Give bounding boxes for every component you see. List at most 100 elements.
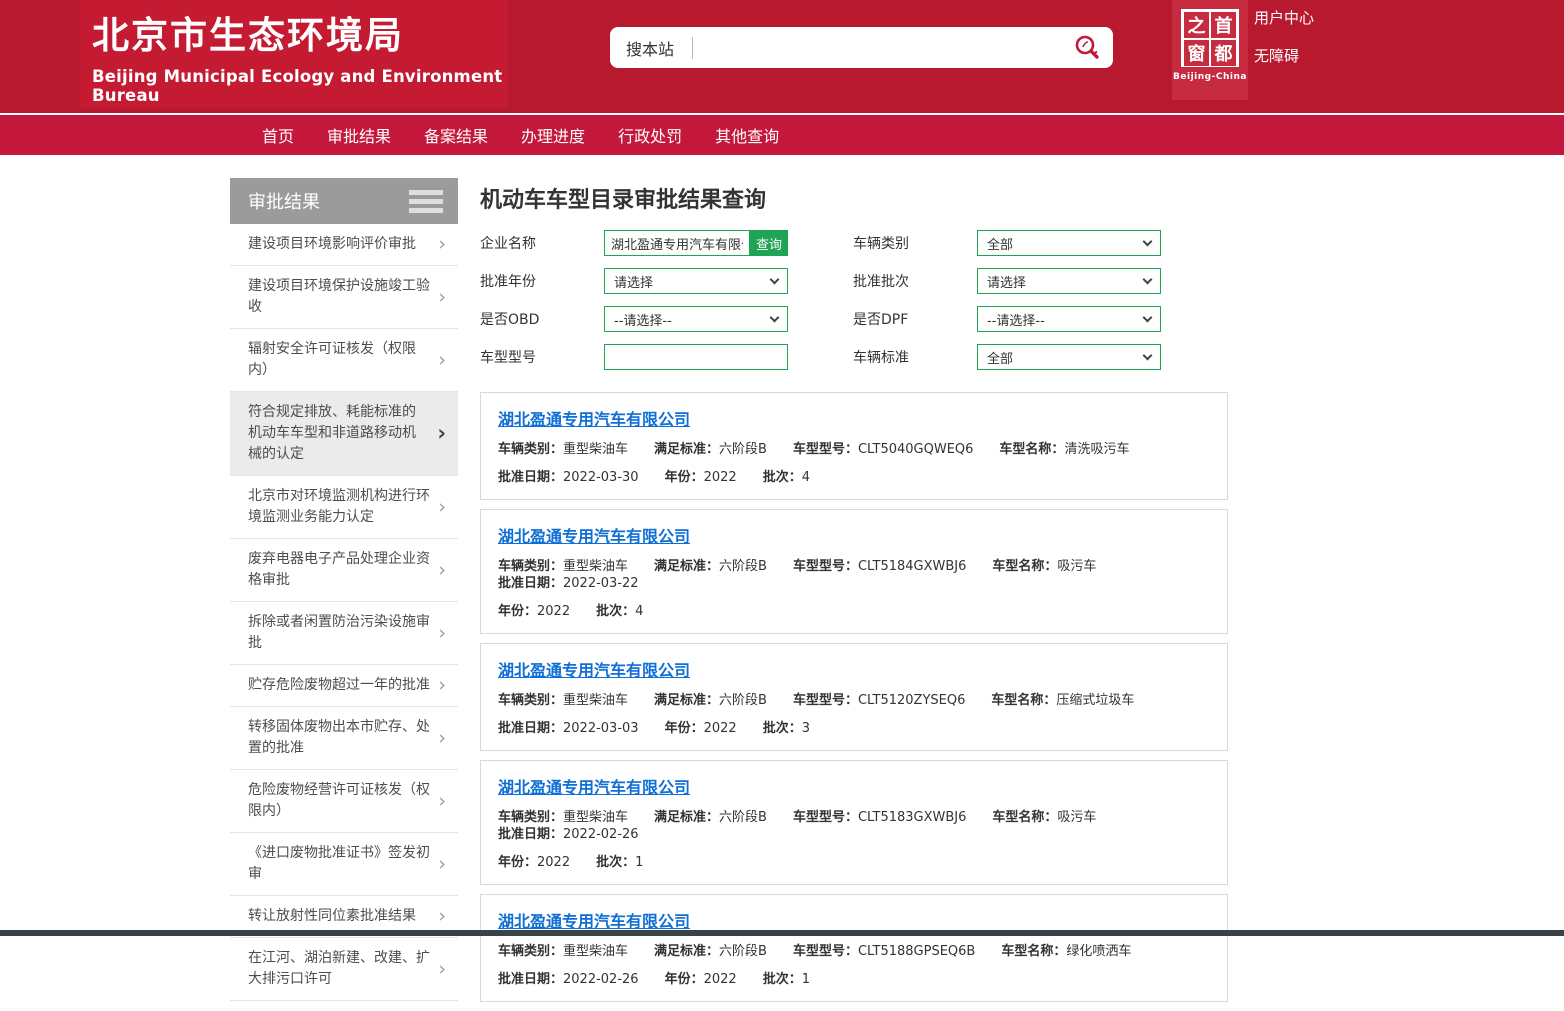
dpf-select[interactable]: --请选择--: [977, 306, 1161, 332]
result-card: 湖北盈通专用汽车有限公司车辆类别：重型柴油车满足标准：六阶段B车型型号：CLT5…: [480, 894, 1228, 1002]
user-center-link[interactable]: 用户中心: [1254, 7, 1314, 28]
chevron-right-icon: ›: [438, 234, 446, 255]
sidebar-item-hazardous-storage[interactable]: 贮存危险废物超过一年的批准›: [230, 665, 458, 707]
field-label: 批次：: [763, 972, 802, 987]
field-value: 六阶段B: [719, 442, 767, 457]
model-number-input[interactable]: [604, 344, 788, 370]
result-card: 湖北盈通专用汽车有限公司车辆类别：重型柴油车满足标准：六阶段B车型型号：CLT5…: [480, 643, 1228, 751]
capital-window-logo[interactable]: 之 首 窗 都 Beijing-China: [1172, 0, 1248, 100]
company-link[interactable]: 湖北盈通专用汽车有限公司: [498, 657, 690, 681]
field-value: 绿化喷洒车: [1066, 944, 1131, 959]
nav-item-progress[interactable]: 办理进度: [521, 123, 585, 147]
sidebar-item-weee-qualification[interactable]: 废弃电器电子产品处理企业资格审批›: [230, 539, 458, 602]
company-name-input[interactable]: [604, 230, 750, 256]
field-value: 重型柴油车: [563, 559, 628, 574]
chevron-right-icon: ›: [438, 287, 446, 308]
capital-logo-caption: Beijing-China: [1173, 72, 1247, 82]
sidebar-item-vehicle-recognition[interactable]: 符合规定排放、耗能标准的机动车车型和非道路移动机械的认定›: [230, 392, 458, 476]
field-value: 六阶段B: [719, 559, 767, 574]
sidebar-item-sewage-outlet-permit[interactable]: 在江河、湖泊新建、改建、扩大排污口许可›: [230, 938, 458, 1001]
field-value: 2022: [537, 604, 570, 619]
site-search: 搜本站: [610, 27, 1113, 68]
menu-icon[interactable]: [409, 186, 443, 217]
site-logo: 北京市生态环境局 Beijing Municipal Ecology and E…: [80, 0, 508, 108]
result-detail-line: 车辆类别：重型柴油车满足标准：六阶段B车型型号：CLT5184GXWBJ6车型名…: [498, 558, 1210, 592]
result-detail-line: 车辆类别：重型柴油车满足标准：六阶段B车型型号：CLT5120ZYSEQ6车型名…: [498, 692, 1210, 709]
result-detail-line: 批准日期：2022-03-30年份：2022批次：4: [498, 469, 1210, 486]
field-label: 满足标准：: [654, 810, 719, 825]
field-value: 六阶段B: [719, 693, 767, 708]
sidebar-item-solid-waste-transfer[interactable]: 转移固体废物出本市贮存、处置的批准›: [230, 707, 458, 770]
model-number-label: 车型型号: [480, 347, 604, 367]
field-value: 1: [802, 972, 810, 987]
result-field: 批次：1: [763, 971, 810, 988]
search-input[interactable]: [705, 33, 1071, 63]
result-detail-line: 批准日期：2022-03-03年份：2022批次：3: [498, 720, 1210, 737]
field-value: 2022-03-30: [563, 470, 639, 485]
sidebar-item-eia-approval[interactable]: 建设项目环境影响评价审批›: [230, 224, 458, 266]
search-button[interactable]: [1071, 32, 1103, 64]
sidebar-item-radiation-license[interactable]: 辐射安全许可证核发（权限内）›: [230, 329, 458, 392]
nav-item-approval-results[interactable]: 审批结果: [327, 123, 391, 147]
approval-year-label: 批准年份: [480, 271, 604, 291]
field-label: 满足标准：: [654, 559, 719, 574]
field-value: 2022-03-03: [563, 721, 639, 736]
field-label: 批次：: [763, 470, 802, 485]
field-label: 批次：: [763, 721, 802, 736]
sidebar-item-label: 辐射安全许可证核发（权限内）: [248, 339, 430, 381]
company-link[interactable]: 湖北盈通专用汽车有限公司: [498, 774, 690, 798]
capital-logo-char: 首: [1211, 12, 1236, 38]
result-field: 满足标准：六阶段B: [654, 441, 767, 458]
field-value: CLT5184GXWBJ6: [858, 559, 966, 574]
company-link[interactable]: 湖北盈通专用汽车有限公司: [498, 406, 690, 430]
nav-item-home[interactable]: 首页: [262, 123, 294, 147]
sidebar-item-completion-acceptance[interactable]: 建设项目环境保护设施竣工验收›: [230, 266, 458, 329]
select-value: 请选择: [614, 272, 653, 291]
result-field: 批准日期：2022-03-30: [498, 469, 639, 486]
sidebar-item-monitoring-capability[interactable]: 北京市对环境监测机构进行环境监测业务能力认定›: [230, 476, 458, 539]
dpf-label: 是否DPF: [788, 309, 977, 329]
company-link[interactable]: 湖北盈通专用汽车有限公司: [498, 523, 690, 547]
vehicle-category-label: 车辆类别: [788, 233, 977, 253]
query-button[interactable]: 查询: [750, 230, 788, 256]
sidebar-item-label: 转让放射性同位素批准结果: [248, 906, 430, 927]
field-value: CLT5120ZYSEQ6: [858, 693, 965, 708]
result-field: 批次：1: [596, 854, 643, 871]
field-label: 车型型号：: [793, 810, 858, 825]
field-value: 吸污车: [1057, 559, 1096, 574]
nav-item-record-results[interactable]: 备案结果: [424, 123, 488, 147]
field-label: 满足标准：: [654, 944, 719, 959]
result-field: 车型型号：CLT5184GXWBJ6: [793, 558, 966, 575]
vehicle-standard-select[interactable]: 全部: [977, 344, 1161, 370]
content-area: 审批结果 建设项目环境影响评价审批›建设项目环境保护设施竣工验收›辐射安全许可证…: [230, 178, 1228, 1011]
result-card: 湖北盈通专用汽车有限公司车辆类别：重型柴油车满足标准：六阶段B车型型号：CLT5…: [480, 509, 1228, 634]
vehicle-standard-label: 车辆标准: [788, 347, 977, 367]
sidebar-item-import-waste-review[interactable]: 《进口废物批准证书》签发初审›: [230, 833, 458, 896]
field-value: 六阶段B: [719, 944, 767, 959]
query-form: 企业名称查询车辆类别全部批准年份请选择批准批次请选择是否OBD--请选择--是否…: [480, 230, 1228, 370]
field-value: 重型柴油车: [563, 810, 628, 825]
field-value: 吸污车: [1057, 810, 1096, 825]
obd-select[interactable]: --请选择--: [604, 306, 788, 332]
field-value: 六阶段B: [719, 810, 767, 825]
nav-item-other-query[interactable]: 其他查询: [715, 123, 779, 147]
sidebar-title: 审批结果: [248, 188, 320, 214]
nav-item-admin-penalty[interactable]: 行政处罚: [618, 123, 682, 147]
sidebar-item-pollution-facility-dismantle[interactable]: 拆除或者闲置防治污染设施审批›: [230, 602, 458, 665]
result-field: 车型型号：CLT5040GQWEQ6: [793, 441, 973, 458]
result-field: 车型名称：吸污车: [992, 809, 1096, 826]
field-label: 年份：: [665, 972, 704, 987]
result-field: 满足标准：六阶段B: [654, 558, 767, 575]
accessibility-link[interactable]: 无障碍: [1254, 45, 1314, 66]
company-link[interactable]: 湖北盈通专用汽车有限公司: [498, 908, 690, 932]
chevron-down-icon: [1143, 237, 1153, 247]
field-label: 车型型号：: [793, 442, 858, 457]
approval-year-select[interactable]: 请选择: [604, 268, 788, 294]
field-label: 车型名称：: [992, 810, 1057, 825]
sidebar-item-label: 拆除或者闲置防治污染设施审批: [248, 612, 430, 654]
field-value: 清洗吸污车: [1064, 442, 1129, 457]
vehicle-category-select[interactable]: 全部: [977, 230, 1161, 256]
sidebar-item-hazardous-license[interactable]: 危险废物经营许可证核发（权限内）›: [230, 770, 458, 833]
result-field: 车型名称：清洗吸污车: [999, 441, 1129, 458]
approval-batch-select[interactable]: 请选择: [977, 268, 1161, 294]
